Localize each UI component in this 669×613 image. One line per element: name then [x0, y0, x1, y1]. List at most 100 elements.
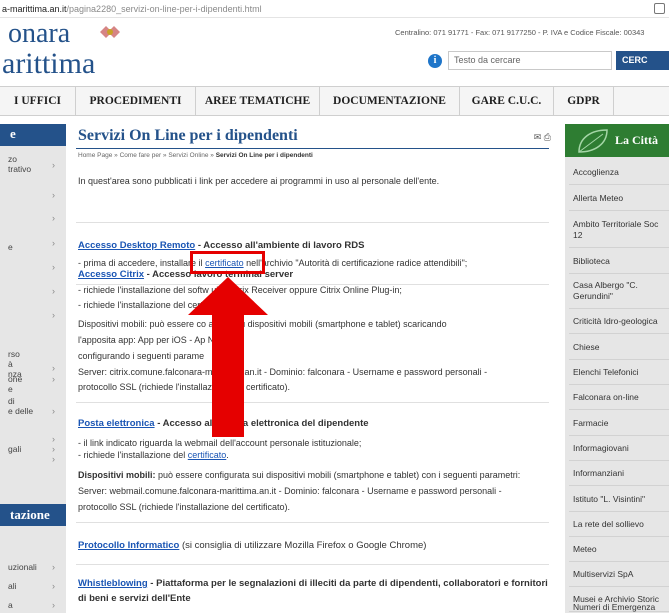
separator — [569, 511, 669, 512]
chevron-right-icon: › — [52, 262, 55, 272]
email-icon[interactable]: ✉ — [534, 132, 542, 142]
chevron-right-icon: › — [52, 213, 55, 223]
city-link[interactable]: Casa Albergo "C. Gerundini" — [573, 280, 638, 302]
city-link[interactable]: Multiservizi SpA — [573, 569, 633, 580]
left-sidebar-item[interactable]: e › — [0, 238, 66, 252]
city-link[interactable]: Numeri di Emergenza — [573, 602, 655, 613]
city-link[interactable]: Farmacie — [573, 418, 608, 429]
address-bar[interactable]: a-marittima.an.it/pagina2280_servizi-on-… — [0, 0, 669, 18]
left-sidebar-item[interactable]: › — [0, 310, 66, 322]
separator — [569, 333, 669, 334]
nav-item-aree-tematiche[interactable]: AREE TEMATICHE — [196, 87, 320, 116]
left-sidebar-item[interactable]: › — [0, 190, 66, 202]
extension-icon[interactable] — [654, 3, 665, 14]
breadcrumb-home[interactable]: Home Page — [78, 152, 112, 159]
chevron-right-icon: › — [52, 444, 55, 454]
separator — [569, 184, 669, 185]
link-accesso-desktop-remoto[interactable]: Accesso Desktop Remoto — [78, 240, 195, 251]
left-sidebar-item[interactable]: › — [0, 286, 66, 298]
breadcrumb-item[interactable]: Servizi Online — [168, 152, 208, 159]
left-sidebar-item[interactable]: gali › — [0, 444, 66, 456]
city-link[interactable]: La rete del sollievo — [573, 519, 644, 530]
city-link[interactable]: Informanziani — [573, 468, 624, 479]
city-link[interactable]: Allerta Meteo — [573, 193, 623, 204]
section-divider — [76, 522, 549, 523]
page-tools: ✉ ⎙ — [534, 132, 551, 143]
search-button[interactable]: CERC — [616, 51, 669, 70]
separator — [569, 561, 669, 562]
red-arrow-icon — [188, 277, 268, 437]
link-certificato-posta[interactable]: certificato — [188, 450, 227, 460]
page-title: Servizi On Line per i dipendenti — [78, 127, 298, 144]
chevron-right-icon: › — [52, 581, 55, 591]
left-sidebar: e zo trativo › › › e › › › › rso à nza › on… — [0, 124, 66, 613]
city-link[interactable]: Criticità Idro-geologica — [573, 316, 658, 327]
nav-item-documentazione[interactable]: DOCUMENTAZIONE — [320, 87, 460, 116]
title-divider — [76, 148, 549, 149]
separator — [569, 586, 669, 587]
city-link[interactable]: Informagiovani — [573, 443, 629, 454]
city-link[interactable]: Accoglienza — [573, 167, 619, 178]
nav-item-gare-cuc[interactable]: GARE C.U.C. — [460, 87, 554, 116]
nav-item-gdpr[interactable]: GDPR — [554, 87, 614, 116]
city-link[interactable]: Istituto "L. Visintini" — [573, 494, 645, 505]
citrix-line: Server: citrix.comune.falconara-marittim… — [78, 367, 488, 377]
url-host: a-marittima.an.it — [2, 4, 67, 14]
link-protocollo-informatico[interactable]: Protocollo Informatico — [78, 540, 179, 551]
crest-icon — [100, 26, 120, 38]
posta-line: Dispositivi mobili: può essere configura… — [78, 470, 521, 480]
city-link[interactable]: Falconara on-line — [573, 392, 639, 403]
section-divider — [76, 564, 549, 565]
site-header: onara arittima Centralino: 071 91771 - F… — [0, 18, 669, 80]
separator — [569, 460, 669, 461]
main-nav: I UFFICI PROCEDIMENTI AREE TEMATICHE DOC… — [0, 86, 669, 116]
separator — [569, 247, 669, 248]
separator — [569, 210, 669, 211]
site-logo-line1[interactable]: onara — [8, 20, 70, 48]
search-input[interactable]: Testo da cercare — [448, 51, 612, 70]
print-icon[interactable]: ⎙ — [544, 132, 551, 142]
chevron-right-icon: › — [52, 310, 55, 320]
chevron-right-icon: › — [52, 160, 55, 170]
left-sidebar-item[interactable]: › — [0, 262, 66, 274]
info-icon[interactable]: i — [428, 54, 442, 68]
highlight-box — [190, 251, 265, 274]
left-sidebar-item[interactable]: di e delle › — [0, 396, 66, 418]
posta-line: protocollo SSL (richiede l'installazione… — [78, 502, 290, 512]
contact-info: Centralino: 071 91771 - Fax: 071 9177250… — [395, 28, 645, 37]
chevron-right-icon: › — [52, 406, 55, 416]
separator — [569, 384, 669, 385]
leaf-icon — [578, 129, 608, 153]
left-sidebar-item[interactable]: ali › — [0, 581, 66, 593]
nav-item-uffici[interactable]: I UFFICI — [0, 87, 76, 116]
chevron-right-icon: › — [52, 562, 55, 572]
city-link[interactable]: Ambito Territoriale Soc 12 — [573, 219, 658, 241]
nav-item-procedimenti[interactable]: PROCEDIMENTI — [76, 87, 196, 116]
left-sidebar-item[interactable]: zo trativo › — [0, 154, 66, 178]
posta-line: - il link indicato riguarda la webmail d… — [78, 438, 362, 448]
site-logo-line2[interactable]: arittima — [2, 49, 95, 79]
left-sidebar-item[interactable]: › — [0, 213, 66, 225]
separator — [569, 273, 669, 274]
section-divider — [76, 402, 549, 403]
chevron-right-icon: › — [52, 434, 55, 444]
city-link[interactable]: Biblioteca — [573, 256, 610, 267]
left-sidebar-item[interactable]: a › — [0, 600, 66, 612]
link-accesso-citrix[interactable]: Accesso Citrix — [78, 269, 144, 280]
separator — [569, 308, 669, 309]
breadcrumb-item[interactable]: Come fare per — [120, 152, 162, 159]
left-sidebar-item[interactable]: one e › — [0, 372, 66, 394]
city-link[interactable]: Elenchi Telefonici — [573, 367, 639, 378]
section-desktop-remoto: Accesso Desktop Remoto - Accesso all'amb… — [78, 240, 365, 251]
left-sidebar-item[interactable]: uzionali › — [0, 562, 66, 574]
section-divider — [76, 222, 549, 223]
link-posta-elettronica[interactable]: Posta elettronica — [78, 418, 155, 429]
citrix-line: configurando i seguenti parame — [78, 351, 205, 361]
url-path: /pagina2280_servizi-on-line-per-i-dipend… — [66, 4, 262, 14]
whistleblowing-desc-2: di beni e servizi dell'Ente — [78, 593, 191, 604]
link-whistleblowing[interactable]: Whistleblowing — [78, 578, 148, 589]
city-link[interactable]: Meteo — [573, 544, 597, 555]
city-link[interactable]: Chiese — [573, 342, 599, 353]
breadcrumb: Home Page » Come fare per » Servizi Onli… — [78, 152, 313, 159]
separator — [569, 409, 669, 410]
